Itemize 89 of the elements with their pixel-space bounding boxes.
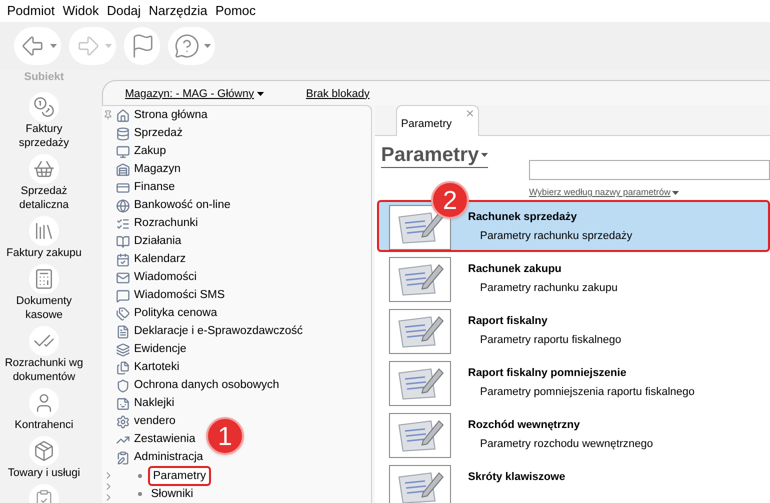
tree-item[interactable]: vendero: [116, 413, 176, 431]
tree-item[interactable]: Administracja: [116, 449, 204, 467]
sidebar-item[interactable]: Faktury zakupu: [4, 246, 84, 260]
toolbar-button[interactable]: [14, 27, 61, 65]
files-icon: [116, 361, 130, 375]
book-icon: [116, 235, 130, 249]
books-icon: [33, 220, 55, 242]
parameter-description: Parametry rachunku zakupu: [479, 281, 618, 296]
warehouse-icon: [116, 163, 130, 177]
caret-icon: [480, 153, 488, 157]
mail-icon: [116, 271, 130, 285]
tree-item[interactable]: Ochrona danych osobowych: [116, 377, 280, 395]
page-heading[interactable]: Parametry: [381, 143, 488, 168]
sidebar-item[interactable]: Towary i usługi: [6, 466, 82, 480]
tree-item[interactable]: Ewidencje: [116, 341, 186, 359]
parameter-description: Parametry pomniejszenia raportu fiskalnego: [479, 385, 695, 400]
warehouse-link[interactable]: Magazyn: - MAG - Główny: [125, 86, 264, 102]
filter-link[interactable]: Wybierz według nazwy parametrów: [529, 186, 680, 200]
tree-item[interactable]: Deklaracje i e-Sprawozdawczość: [116, 323, 303, 341]
tree-item[interactable]: Sprzedaż: [116, 125, 183, 143]
menu-item[interactable]: Dodaj: [104, 1, 144, 21]
checklist-icon: [116, 217, 130, 231]
tree-item[interactable]: Wiadomości: [116, 269, 197, 287]
sidebar-item[interactable]: Faktury sprzedaży: [0, 122, 88, 150]
menu-item[interactable]: Widok: [60, 1, 102, 21]
parameter-title: Rachunek sprzedaży: [468, 210, 578, 224]
parameter-row[interactable]: Rachunek zakupu Parametry rachunku zakupu: [377, 252, 770, 304]
caret-icon: [50, 44, 57, 48]
tree-item[interactable]: Słowniki: [148, 486, 196, 502]
tree-item[interactable]: Naklejki: [116, 395, 174, 413]
caret-icon: [256, 92, 264, 96]
tree-item[interactable]: Wiadomości SMS: [116, 287, 225, 305]
sidebar-item[interactable]: Sprzedaż detaliczna: [0, 184, 88, 212]
parameter-description: Parametry raportu fiskalnego: [479, 333, 622, 348]
package-icon: [33, 440, 55, 462]
parameter-title: Rachunek zakupu: [468, 262, 563, 276]
parameter-title: Raport fiskalny pomniejszenie: [468, 366, 628, 380]
tab[interactable]: Parametry ×: [396, 105, 479, 136]
sidebar-item[interactable]: Dokumenty kasowe: [0, 294, 88, 322]
menu-item[interactable]: Narzędzia: [146, 1, 210, 21]
layers-icon: [116, 343, 130, 357]
tags-icon: [116, 307, 130, 321]
document-icon: [116, 325, 130, 339]
parameter-description: Parametry rozchodu wewnętrznego: [479, 437, 654, 452]
sidebar-item[interactable]: Rozrachunki wg dokumentów: [0, 356, 88, 384]
caret-icon: [204, 44, 211, 48]
shield-icon: [116, 379, 130, 393]
caret-icon: [672, 190, 680, 195]
tree-item[interactable]: Polityka cenowa: [116, 305, 218, 323]
parameter-title: Skróty klawiszowe: [468, 470, 566, 484]
menu-item[interactable]: Podmiot: [4, 1, 58, 21]
tree-item[interactable]: Działania: [116, 233, 182, 251]
gear-icon: [116, 415, 130, 429]
tree-item[interactable]: Rozrachunki: [116, 215, 198, 233]
tree-item[interactable]: Strona główna: [116, 107, 208, 125]
clipboard-icon: [116, 451, 130, 465]
tree-item[interactable]: Bankowość on-line: [116, 197, 231, 215]
card-icon: [116, 181, 130, 195]
calendar-icon: [116, 253, 130, 267]
tree-item[interactable]: Kartoteki: [116, 359, 180, 377]
basket-icon: [33, 158, 55, 180]
parameter-title: Rozchód wewnętrzny: [468, 418, 581, 432]
message-icon: [116, 289, 130, 303]
cash-register-icon: [33, 268, 55, 290]
bullet-icon: [138, 474, 142, 478]
tree-item[interactable]: Magazyn: [116, 161, 181, 179]
search-field[interactable]: [529, 160, 770, 180]
toolbar-button[interactable]: [168, 27, 215, 65]
menu-item[interactable]: Pomoc: [212, 1, 259, 21]
home-icon: [116, 109, 130, 123]
globe-icon: [116, 199, 130, 213]
bullet-icon: [138, 492, 142, 496]
sticker-icon: [116, 397, 130, 411]
monitor-icon: [116, 145, 130, 159]
tree-item[interactable]: Finanse: [116, 179, 175, 197]
tree-item[interactable]: Zestawienia: [116, 431, 196, 449]
toolbar-button[interactable]: [124, 27, 160, 65]
tree-item[interactable]: Kalendarz: [116, 251, 186, 269]
tree-item[interactable]: Zakup: [116, 143, 166, 161]
pin-icon[interactable]: [103, 110, 113, 120]
parameter-title: Raport fiskalny: [468, 314, 548, 328]
clipboard-icon: [34, 489, 54, 503]
tree-item[interactable]: Parametry: [148, 466, 212, 486]
logo-text: Subiekt: [24, 70, 64, 84]
help-icon: [174, 33, 200, 59]
sidebar-item[interactable]: Kontrahenci: [12, 418, 76, 432]
lock-link[interactable]: Brak blokady: [306, 86, 370, 102]
caret-icon: [105, 44, 112, 48]
parameter-description: Parametry rachunku sprzedaży: [479, 229, 632, 244]
